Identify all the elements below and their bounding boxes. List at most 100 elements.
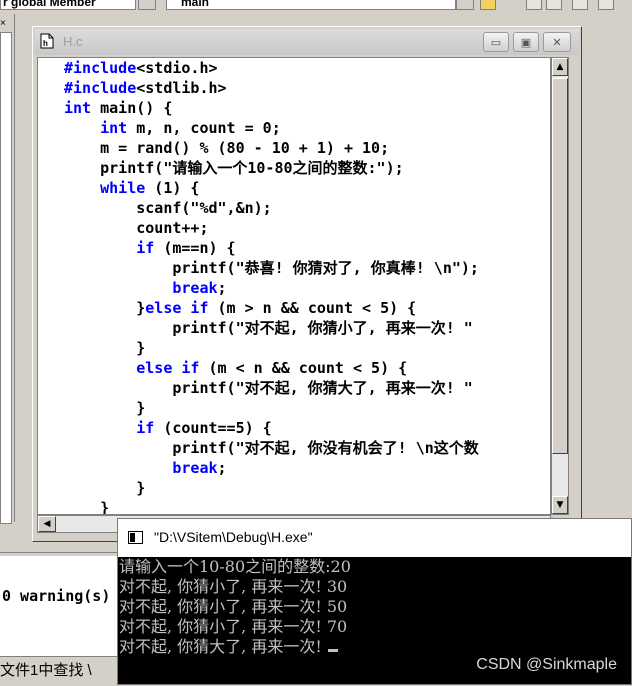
code-line: printf("对不起, 你猜大了, 再来一次! " (64, 378, 550, 398)
code-token: printf("对不起, 你猜小了, 再来一次! " (64, 319, 473, 337)
console-title: "D:\VSitem\Debug\H.exe" (154, 529, 313, 545)
function-combo[interactable]: main (166, 0, 456, 10)
editor-titlebar[interactable]: h H.c ▭ ▣ ✕ (35, 29, 579, 55)
console-line-text: 对不起, 你猜大了, 再来一次! (119, 637, 322, 656)
code-token: } (64, 399, 146, 417)
code-token: (m < n && count < 5) { (199, 359, 408, 377)
code-keyword: int (64, 99, 92, 117)
code-line: } (64, 478, 550, 498)
scope-combo-dropdown-button[interactable] (138, 0, 156, 10)
toolbar: r global Member main (0, 0, 632, 12)
build-icon[interactable] (480, 0, 496, 10)
console-line: 对不起, 你猜大了, 再来一次! (119, 637, 631, 657)
code-token: } (64, 299, 146, 317)
code-token: printf("对不起, 你猜大了, 再来一次! " (64, 379, 473, 397)
code-token: } (64, 499, 110, 515)
code-line: break; (64, 278, 550, 298)
code-line: #include<stdlib.h> (64, 78, 550, 98)
console-titlebar[interactable]: "D:\VSitem\Debug\H.exe" (118, 519, 631, 557)
code-line: else if (m < n && count < 5) { (64, 358, 550, 378)
window-icon[interactable] (526, 0, 542, 10)
code-line: printf("对不起, 你猜小了, 再来一次! " (64, 318, 550, 338)
code-line: break; (64, 458, 550, 478)
code-line: int main() { (64, 98, 550, 118)
console-line: 对不起, 你猜小了, 再来一次! 50 (119, 597, 348, 616)
code-keyword: int (100, 119, 128, 137)
text-cursor (327, 649, 338, 652)
scope-combo[interactable]: r global Member (0, 0, 136, 10)
arrow-down-icon: ▼ (556, 500, 564, 510)
minimize-button[interactable]: ▭ (483, 32, 509, 52)
workspace-pane: × (0, 14, 15, 524)
restore-button[interactable]: ▣ (513, 32, 539, 52)
vertical-scrollbar[interactable]: ▲ ▼ (551, 57, 569, 515)
code-line: printf("对不起, 你没有机会了! \n这个数 (64, 438, 550, 458)
list-icon[interactable] (572, 0, 588, 10)
code-line: int m, n, count = 0; (64, 118, 550, 138)
code-line: if (m==n) { (64, 238, 550, 258)
code-line: }else if (m > n && count < 5) { (64, 298, 550, 318)
code-line: } (64, 498, 550, 515)
editor-title: H.c (63, 34, 83, 49)
scroll-up-button[interactable]: ▲ (552, 58, 568, 76)
close-button[interactable]: ✕ (543, 32, 571, 52)
code-line: } (64, 338, 550, 358)
code-line: scanf("%d",&n); (64, 198, 550, 218)
console-window[interactable]: "D:\VSitem\Debug\H.exe" 请输入一个10-80之间的整数:… (117, 518, 632, 685)
arrow-up-icon: ▲ (556, 62, 564, 72)
code-line: while (1) { (64, 178, 550, 198)
code-line: #include<stdio.h> (64, 58, 550, 78)
breakpoints-icon[interactable] (546, 0, 562, 10)
tab-find-in-files[interactable]: 文件1中查找 \ (0, 659, 92, 680)
output-tab-strip: 文件1中查找 \ (0, 656, 130, 686)
workspace-tree[interactable] (0, 32, 12, 524)
code-token: printf("请输入一个10-80之间的整数:"); (64, 159, 404, 177)
watermark: CSDN @Sinkmaple (476, 656, 617, 673)
editor-window: h H.c ▭ ▣ ✕ #include<stdio.h> #include<st… (32, 26, 582, 542)
close-icon[interactable]: × (0, 18, 10, 30)
code-token: count++; (64, 219, 209, 237)
code-keyword: if (136, 239, 155, 257)
code-token: (m==n) { (154, 239, 236, 257)
code-keyword: #include (64, 79, 137, 97)
code-token: printf("对不起, 你没有机会了! \n这个数 (64, 439, 479, 457)
code-line: printf("恭喜! 你猜对了, 你真棒! \n"); (64, 258, 550, 278)
close-icon: ✕ (552, 35, 562, 49)
restore-icon: ▣ (520, 35, 532, 49)
function-combo-dropdown-button[interactable] (456, 0, 474, 10)
output-icon[interactable] (598, 0, 614, 10)
code-keyword: break (172, 279, 218, 297)
code-text: #include<stdio.h> #include<stdlib.h> int m… (38, 58, 550, 515)
function-combo-value: main (181, 0, 210, 9)
code-token: <stdlib.h> (136, 79, 227, 97)
code-token: ; (217, 279, 227, 297)
scroll-left-button[interactable]: ◀ (38, 516, 56, 532)
code-editor[interactable]: #include<stdio.h> #include<stdlib.h> int m… (37, 57, 551, 515)
console-line: 请输入一个10-80之间的整数:20 (119, 557, 351, 576)
code-token: <stdio.h> (136, 59, 218, 77)
code-line: printf("请输入一个10-80之间的整数:"); (64, 158, 550, 178)
code-token: } (64, 339, 146, 357)
code-keyword: break (172, 459, 218, 477)
console-line: 对不起, 你猜小了, 再来一次! 30 (119, 577, 348, 596)
scroll-down-button[interactable]: ▼ (552, 496, 568, 514)
console-line: 对不起, 你猜小了, 再来一次! 70 (119, 617, 348, 636)
scroll-thumb[interactable] (552, 78, 568, 454)
code-line: } (64, 398, 550, 418)
code-token: m, n, count = 0; (127, 119, 281, 137)
code-keyword: if (136, 419, 155, 437)
code-keyword: else if (136, 359, 200, 377)
c-file-icon: h (40, 33, 54, 49)
code-keyword: #include (64, 59, 137, 77)
code-line: count++; (64, 218, 550, 238)
code-token: (m > n && count < 5) { (208, 299, 417, 317)
code-token: printf("恭喜! 你猜对了, 你真棒! \n"); (64, 259, 479, 277)
build-warning-text: 0 warning(s) (2, 587, 111, 605)
code-token: m = rand() % (80 - 10 + 1) + 10; (64, 139, 390, 157)
